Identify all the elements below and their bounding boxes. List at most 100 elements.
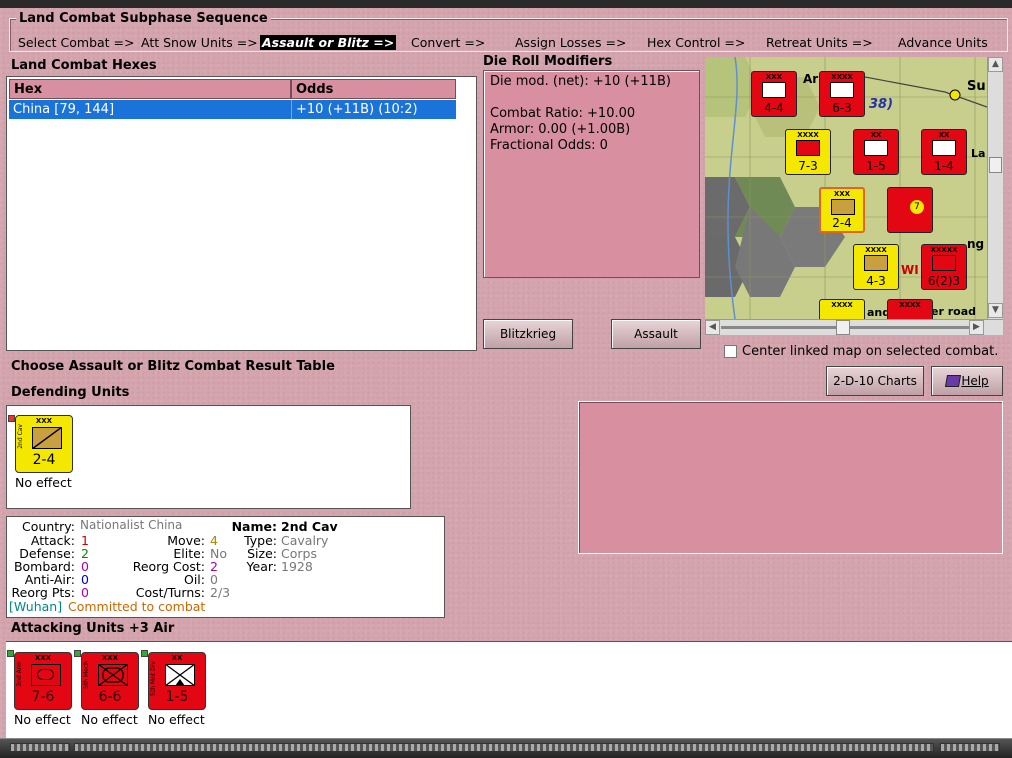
- attacking-unit-counter[interactable]: XXX 2nd Arm 7-6: [14, 652, 72, 710]
- cost-turns-value: 2/3: [210, 585, 231, 600]
- assault-button[interactable]: Assault: [611, 319, 701, 349]
- step-advance-units[interactable]: Advance Units: [898, 35, 988, 50]
- map-counter[interactable]: XXXX: [887, 299, 933, 319]
- defending-title: Defending Units: [11, 385, 130, 400]
- window-bottom-bar: [0, 738, 1012, 758]
- mountain-icon: [932, 140, 956, 156]
- infantry-icon: [796, 140, 820, 156]
- status-value: Committed to combat: [68, 599, 206, 614]
- map-label-ar: Ar: [803, 72, 819, 86]
- cavalry-icon: [831, 199, 855, 215]
- name-value: 2nd Cav: [281, 519, 338, 534]
- map-label-su: Su: [967, 79, 986, 94]
- mountain-infantry-icon: [165, 664, 195, 686]
- column-odds[interactable]: Odds: [291, 79, 456, 99]
- map-counter[interactable]: XXXX: [819, 299, 865, 319]
- name-label: Name:: [231, 519, 277, 534]
- attacking-unit-result: No effect: [81, 712, 138, 727]
- scroll-thumb[interactable]: [836, 320, 850, 335]
- fractional-odds-line: Fractional Odds: 0: [490, 138, 608, 153]
- cavalry-icon: [32, 427, 62, 449]
- country-value: Nationalist China: [80, 518, 183, 532]
- map-label-wi: WI: [901, 263, 919, 277]
- map-counter[interactable]: XXXX 4-3: [853, 244, 899, 290]
- grip-handle[interactable]: [940, 743, 1000, 752]
- step-assault-or-blitz[interactable]: Assault or Blitz =>: [260, 35, 397, 50]
- year-value: 1928: [281, 559, 313, 574]
- charts-button[interactable]: 2-D-10 Charts: [826, 366, 924, 396]
- attacking-units-panel: XXX 2nd Arm 7-6 No effect XXX 5th Mech 6…: [6, 641, 1012, 738]
- map-counter[interactable]: XX 1-4: [921, 129, 967, 175]
- step-assign-losses[interactable]: Assign Losses =>: [515, 35, 626, 50]
- map-vertical-scrollbar[interactable]: ▲ ▼: [987, 57, 1003, 319]
- sequence-title: Land Combat Subphase Sequence: [16, 11, 271, 26]
- scroll-down-icon[interactable]: ▼: [988, 303, 1003, 318]
- grip-handle[interactable]: [10, 743, 70, 752]
- map-label-la: La: [971, 147, 986, 160]
- cost-turns-label: Cost/Turns:: [135, 585, 205, 600]
- status-dot-icon: [141, 650, 148, 657]
- hexes-table: Hex Odds China [79, 144] +10 (+11B) (10:…: [6, 76, 477, 351]
- help-button[interactable]: Help: [931, 366, 1003, 396]
- map-counter[interactable]: XX 1-5: [853, 129, 899, 175]
- defending-unit-counter[interactable]: XXX 2nd Cav 2-4: [15, 415, 73, 473]
- map-label-road: er road: [931, 305, 976, 318]
- map-counter[interactable]: XXXX 6-3: [819, 71, 865, 117]
- attacking-unit-counter[interactable]: XXX 5th Mech 6-6: [81, 652, 139, 710]
- defending-unit-result: No effect: [15, 475, 72, 490]
- year-label: Year:: [246, 559, 277, 574]
- die-roll-panel: Die mod. (net): +10 (+11B) Combat Ratio:…: [483, 70, 700, 278]
- choose-label: Choose Assault or Blitz Combat Result Ta…: [11, 359, 335, 374]
- mech-icon: [98, 664, 128, 686]
- attacking-unit-result: No effect: [14, 712, 71, 727]
- map-counter[interactable]: XXXX 7-3: [785, 129, 831, 175]
- book-icon: [944, 375, 962, 387]
- window-top-bar: [0, 0, 1012, 8]
- die-roll-title: Die Roll Modifiers: [483, 54, 613, 69]
- table-row-hex[interactable]: China [79, 144]: [9, 100, 291, 119]
- blitzkrieg-button[interactable]: Blitzkrieg: [483, 319, 573, 349]
- scroll-thumb[interactable]: [989, 157, 1002, 173]
- country-label: Country:: [22, 519, 75, 534]
- step-select-combat[interactable]: Select Combat =>: [18, 35, 135, 50]
- combat-ratio-line: Combat Ratio: +10.00: [490, 106, 636, 121]
- map-counter-selected[interactable]: XXX 2-4: [819, 187, 865, 233]
- attacking-title: Attacking Units +3 Air: [11, 621, 175, 636]
- map-label-ng: ng: [967, 237, 985, 251]
- map-label-38: 38): [869, 97, 894, 112]
- map-counter[interactable]: XXXXX 6(2)3: [921, 244, 967, 290]
- infantry-icon: [762, 82, 786, 98]
- grip-handle[interactable]: [74, 743, 934, 752]
- step-convert[interactable]: Convert =>: [411, 35, 485, 50]
- step-att-snow-units[interactable]: Att Snow Units =>: [141, 35, 258, 50]
- linked-map[interactable]: Su La ng 38) Ar WI and er road XXX 4-4 XX…: [705, 57, 987, 319]
- map-counter-artillery[interactable]: 7: [887, 187, 933, 233]
- table-row-odds[interactable]: +10 (+11B) (10:2): [291, 100, 456, 119]
- step-hex-control[interactable]: Hex Control =>: [647, 35, 745, 50]
- step-retreat-units[interactable]: Retreat Units =>: [766, 35, 873, 50]
- column-hex[interactable]: Hex: [9, 79, 291, 99]
- mountain-icon: [864, 140, 888, 156]
- location-value: [Wuhan]: [9, 599, 63, 614]
- die-mod-line: Die mod. (net): +10 (+11B): [490, 74, 671, 89]
- center-map-label: Center linked map on selected combat.: [742, 344, 999, 359]
- infantry-icon: [932, 255, 956, 271]
- map-horizontal-scrollbar[interactable]: ◀ ▶: [705, 319, 1003, 335]
- scroll-right-icon[interactable]: ▶: [969, 320, 984, 335]
- scroll-left-icon[interactable]: ◀: [705, 320, 720, 335]
- status-dot-icon: [7, 650, 14, 657]
- attacking-unit-counter[interactable]: XX 5th Mnt Div 1-5: [148, 652, 206, 710]
- infantry-icon: [830, 82, 854, 98]
- unit-info-panel: Country: Nationalist China Attack: 1 Def…: [6, 516, 445, 618]
- armor-line: Armor: 0.00 (+1.00B): [490, 122, 631, 137]
- help-label: Help: [961, 374, 989, 388]
- armor-icon: [31, 664, 61, 686]
- status-dot-icon: [8, 415, 15, 422]
- defending-units-panel: XXX 2nd Cav 2-4 No effect: [6, 405, 411, 509]
- reorg-pts-value: 0: [81, 585, 89, 600]
- mech-icon: [864, 255, 888, 271]
- combat-result-panel: [578, 401, 1003, 554]
- map-counter[interactable]: XXX 4-4: [751, 71, 797, 117]
- scroll-up-icon[interactable]: ▲: [988, 57, 1003, 72]
- center-map-checkbox[interactable]: [724, 345, 737, 358]
